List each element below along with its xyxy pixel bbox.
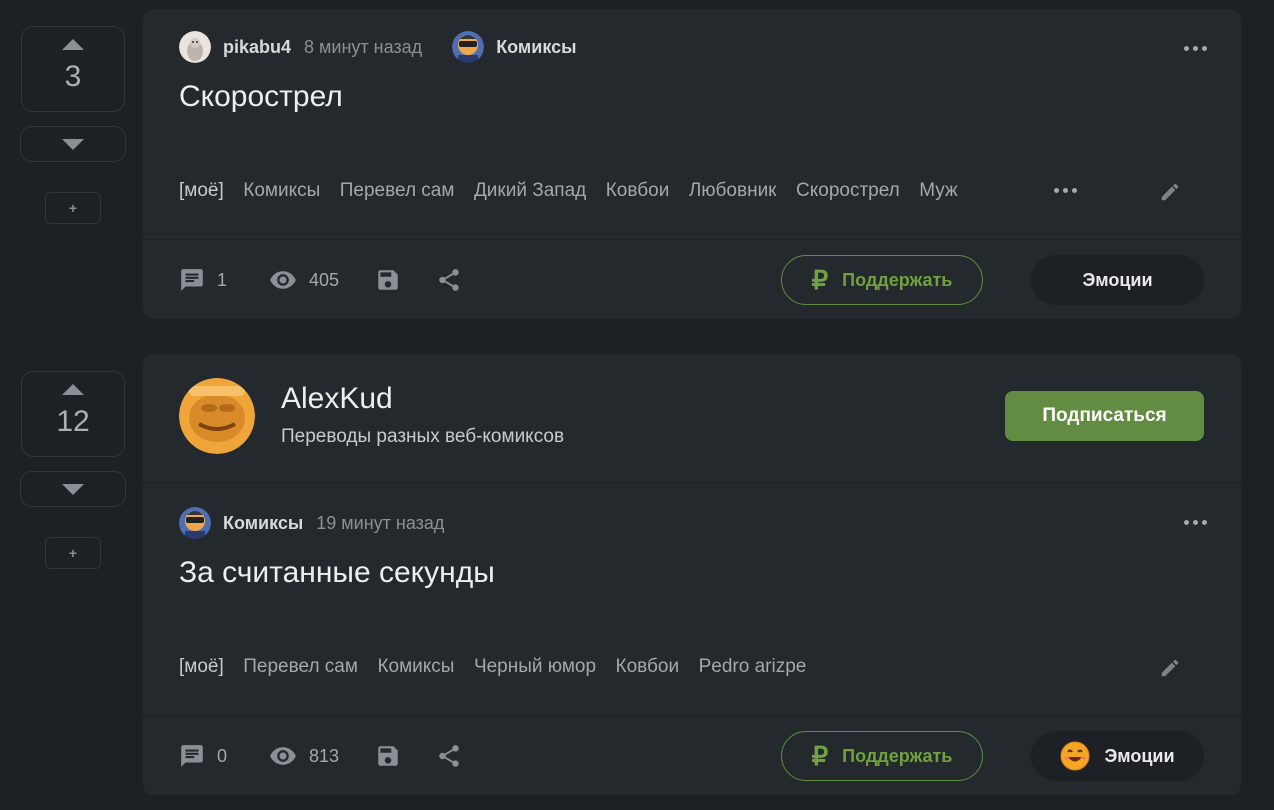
tag[interactable]: Комиксы bbox=[243, 180, 320, 202]
more-dots-icon[interactable] bbox=[1184, 520, 1207, 525]
arrow-down-icon bbox=[62, 483, 84, 495]
pencil-icon[interactable] bbox=[1159, 181, 1181, 208]
tag[interactable]: Перевел сам bbox=[243, 656, 358, 678]
tag[interactable]: Муж bbox=[919, 180, 957, 202]
post-footer: 0 813 ₽ Поддержать Эмоции bbox=[179, 731, 1205, 781]
post-footer: 1 405 ₽ Поддержать Эмоции bbox=[179, 255, 1205, 305]
comment-icon bbox=[181, 745, 203, 767]
post-title[interactable]: За считанные секунды bbox=[179, 556, 495, 590]
share-icon[interactable] bbox=[436, 731, 462, 781]
comments-count: 1 bbox=[217, 269, 228, 290]
tag[interactable]: Pedro arizpe bbox=[699, 656, 807, 678]
save-icon[interactable] bbox=[375, 731, 401, 781]
subscribe-button[interactable]: Подписаться bbox=[1005, 391, 1204, 441]
rating-box: 3 bbox=[21, 26, 125, 112]
post-title[interactable]: Скорострел bbox=[179, 80, 343, 114]
pencil-icon[interactable] bbox=[1159, 657, 1181, 684]
divider bbox=[143, 482, 1241, 483]
community-name[interactable]: Комиксы bbox=[496, 37, 576, 58]
ruble-icon: ₽ bbox=[811, 740, 829, 771]
save-plus-button[interactable]: + bbox=[45, 192, 101, 224]
emotions-label: Эмоции bbox=[1104, 745, 1175, 766]
arrow-up-icon[interactable] bbox=[62, 39, 84, 50]
divider bbox=[143, 239, 1241, 240]
blog-avatar[interactable] bbox=[179, 378, 255, 454]
views-counter: 813 bbox=[269, 731, 339, 781]
author-avatar[interactable] bbox=[179, 31, 211, 63]
tags-list: [моё] Перевел сам Комиксы Черный юмор Ко… bbox=[179, 656, 826, 678]
arrow-down-icon bbox=[62, 138, 84, 150]
save-icon[interactable] bbox=[375, 255, 401, 305]
post-meta: Комиксы 19 минут назад bbox=[179, 507, 444, 539]
author-name[interactable]: pikabu4 bbox=[223, 37, 291, 58]
community-avatar[interactable] bbox=[179, 507, 211, 539]
arrow-up-icon[interactable] bbox=[62, 384, 84, 395]
tag[interactable]: [моё] bbox=[179, 656, 224, 678]
tags-more-icon[interactable] bbox=[1054, 188, 1077, 193]
tags-list: [моё] Комиксы Перевел сам Дикий Запад Ко… bbox=[179, 180, 977, 202]
views-count: 813 bbox=[309, 745, 340, 766]
emotions-button[interactable]: Эмоции bbox=[1031, 731, 1204, 781]
rating-count: 12 bbox=[56, 405, 90, 438]
comments-count: 0 bbox=[217, 745, 228, 766]
tag[interactable]: Черный юмор bbox=[474, 656, 596, 678]
tag[interactable]: Перевел сам bbox=[340, 180, 455, 202]
more-dots-icon[interactable] bbox=[1184, 46, 1207, 51]
tag[interactable]: Ковбои bbox=[606, 180, 670, 202]
comments-button[interactable]: 0 bbox=[179, 731, 227, 781]
support-button[interactable]: ₽ Поддержать bbox=[781, 731, 983, 781]
eye-icon bbox=[270, 271, 296, 289]
post-time: 19 минут назад bbox=[316, 512, 445, 533]
tag[interactable]: [моё] bbox=[179, 180, 224, 202]
views-count: 405 bbox=[309, 269, 340, 290]
post-time: 8 минут назад bbox=[304, 36, 423, 57]
emoji-icon bbox=[1060, 741, 1090, 771]
tag[interactable]: Комиксы bbox=[377, 656, 454, 678]
comments-button[interactable]: 1 bbox=[179, 255, 227, 305]
tag[interactable]: Ковбои bbox=[616, 656, 680, 678]
emotions-button[interactable]: Эмоции bbox=[1031, 255, 1204, 305]
post-meta: pikabu4 8 минут назад Комиксы bbox=[179, 31, 576, 63]
rating-count: 3 bbox=[64, 60, 82, 93]
share-icon[interactable] bbox=[436, 255, 462, 305]
tag[interactable]: Скорострел bbox=[796, 180, 900, 202]
community-avatar[interactable] bbox=[452, 31, 485, 63]
blog-description: Переводы разных веб-комиксов bbox=[281, 426, 565, 447]
blog-name[interactable]: AlexKud bbox=[281, 382, 393, 416]
save-plus-button[interactable]: + bbox=[45, 537, 101, 569]
downvote-button[interactable] bbox=[20, 126, 126, 162]
tag[interactable]: Любовник bbox=[689, 180, 777, 202]
divider bbox=[143, 715, 1241, 716]
post-card: AlexKud Переводы разных веб-комиксов Под… bbox=[143, 354, 1241, 795]
views-counter: 405 bbox=[269, 255, 339, 305]
community-name[interactable]: Комиксы bbox=[223, 513, 303, 534]
post-1-rating: 3 + bbox=[20, 26, 126, 224]
support-label: Поддержать bbox=[842, 745, 953, 766]
support-label: Поддержать bbox=[842, 269, 953, 290]
support-button[interactable]: ₽ Поддержать bbox=[781, 255, 983, 305]
post-card: pikabu4 8 минут назад Комиксы Скорострел… bbox=[143, 9, 1241, 319]
emotions-label: Эмоции bbox=[1082, 269, 1153, 290]
post-2-rating: 12 + bbox=[20, 371, 126, 569]
comment-icon bbox=[181, 269, 203, 291]
eye-icon bbox=[270, 747, 296, 765]
ruble-icon: ₽ bbox=[811, 264, 829, 295]
rating-box: 12 bbox=[21, 371, 125, 457]
tag[interactable]: Дикий Запад bbox=[474, 180, 586, 202]
downvote-button[interactable] bbox=[20, 471, 126, 507]
